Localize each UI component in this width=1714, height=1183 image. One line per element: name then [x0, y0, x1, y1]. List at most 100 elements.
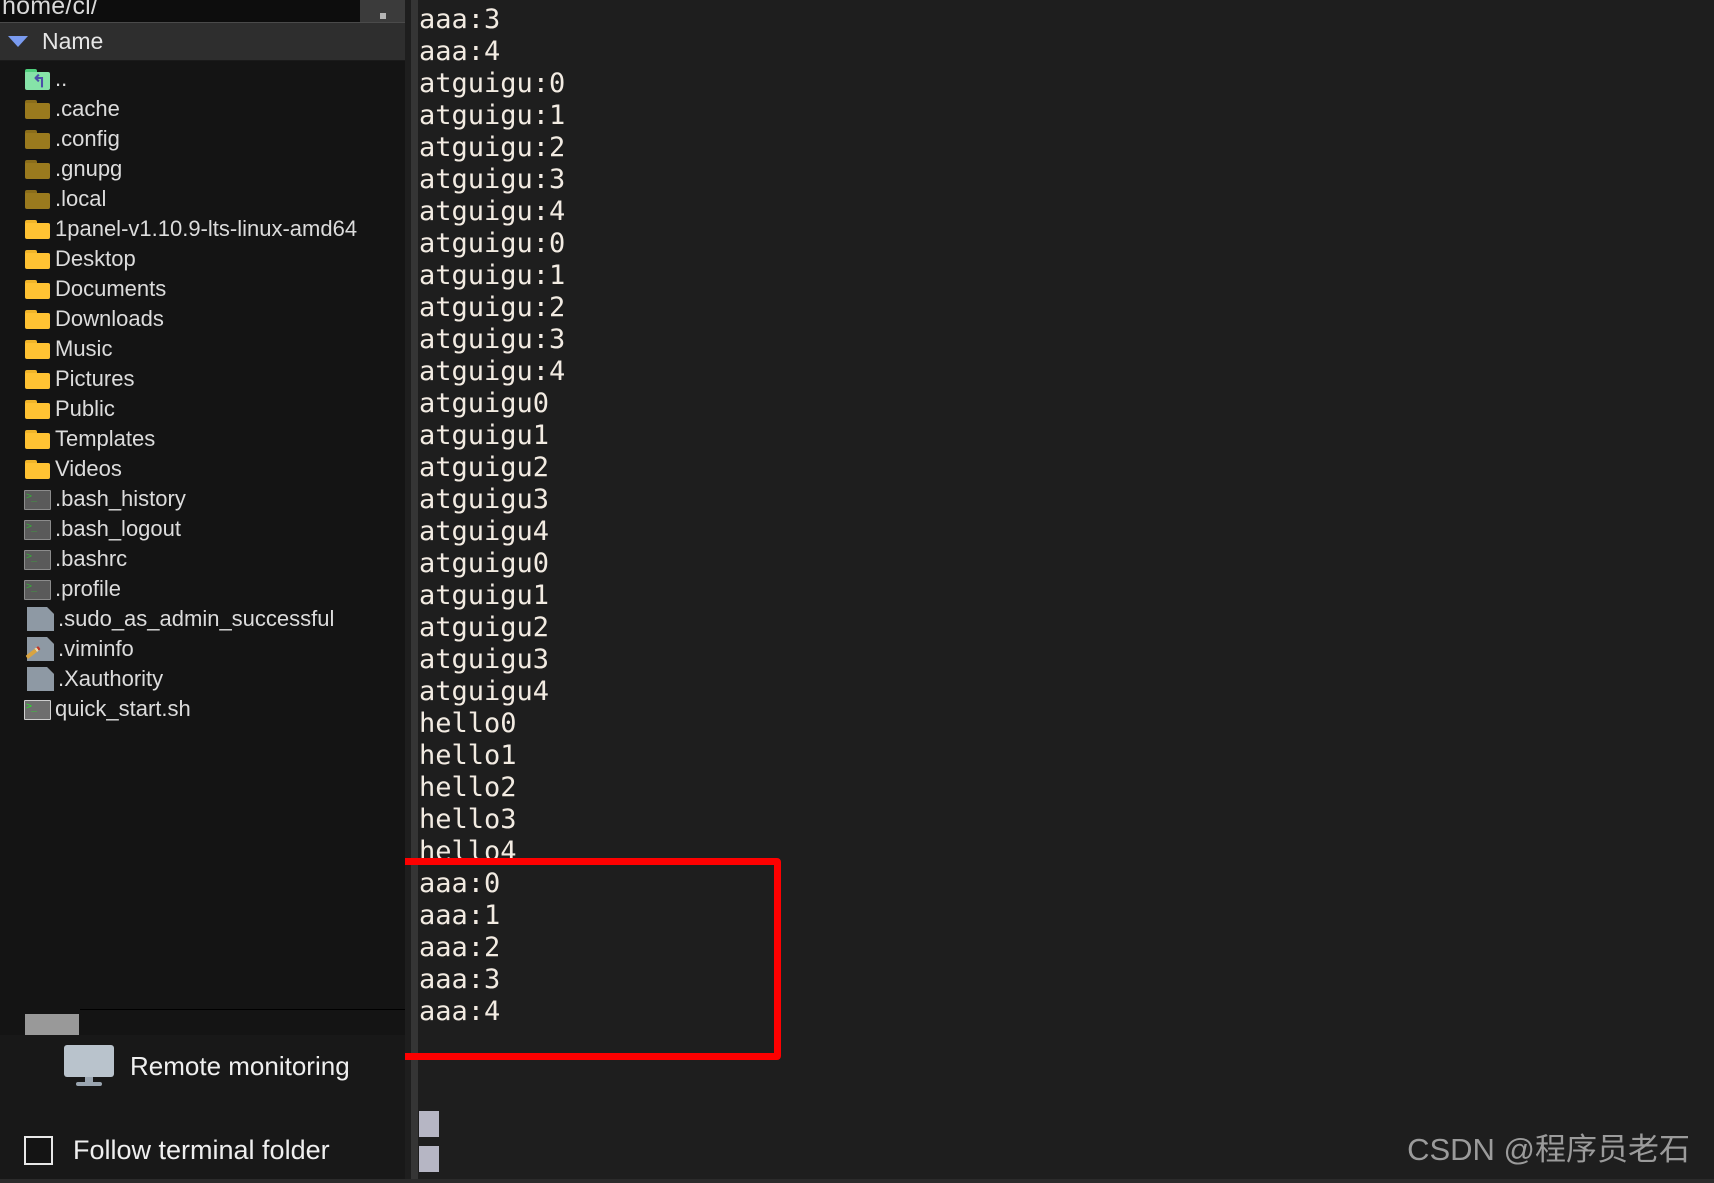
file-list-item-label: Downloads	[55, 306, 164, 331]
terminal-line: atguigu:1	[419, 260, 566, 291]
follow-terminal-folder-label: Follow terminal folder	[73, 1134, 330, 1165]
terminal-line: atguigu3	[419, 484, 550, 515]
file-list-item[interactable]: Downloads	[0, 304, 405, 334]
folder-icon	[24, 397, 51, 421]
file-list-item-label: .sudo_as_admin_successful	[58, 606, 335, 631]
folder-icon	[24, 337, 51, 361]
remote-monitoring-label: Remote monitoring	[130, 1050, 350, 1081]
file-list-item[interactable]: Pictures	[0, 364, 405, 394]
terminal-line: aaa:4	[419, 996, 501, 1027]
file-list-item-label: Desktop	[55, 246, 136, 271]
file-list-item[interactable]: 1panel-v1.10.9-lts-linux-amd64	[0, 214, 405, 244]
terminal-line: atguigu3	[419, 644, 550, 675]
follow-terminal-folder-checkbox[interactable]	[24, 1135, 53, 1165]
folder-icon	[24, 457, 51, 481]
folder-icon	[24, 157, 51, 181]
folder-icon	[24, 127, 51, 151]
horizontal-scrollbar[interactable]	[0, 1001, 405, 1035]
file-list-item[interactable]: Documents	[0, 274, 405, 304]
file-list-item[interactable]: ↰..	[0, 64, 405, 94]
file-list-item-label: .bash_history	[55, 486, 186, 511]
file-list-item[interactable]: .viminfo	[0, 634, 405, 664]
terminal-line: aaa:1	[419, 900, 501, 931]
file-list-item-label: .bash_logout	[55, 516, 181, 541]
terminal-line: hello3	[419, 804, 517, 835]
document-icon	[27, 607, 54, 631]
file-list-item[interactable]: >_ .bash_logout	[0, 514, 405, 544]
terminal-line: aaa:2	[419, 932, 501, 963]
file-list-item[interactable]: Desktop	[0, 244, 405, 274]
file-list-item[interactable]: Public	[0, 394, 405, 424]
file-list-item[interactable]: .cache	[0, 94, 405, 124]
terminal-line: atguigu1	[419, 420, 550, 451]
terminal-script-icon: >_	[24, 520, 51, 540]
sort-descending-caret-icon[interactable]	[8, 36, 28, 47]
terminal-script-icon: >_	[24, 700, 51, 720]
terminal-line: hello0	[419, 708, 517, 739]
file-list-item-label: .profile	[55, 576, 122, 601]
terminal-line: atguigu2	[419, 612, 550, 643]
terminal-line: atguigu1	[419, 580, 550, 611]
file-list[interactable]: ↰.. .cache .config .gnupg .local 1panel-v1.10…	[0, 61, 405, 1001]
file-list-item-label: ..	[55, 66, 68, 91]
watermark-text: CSDN @程序员老石	[1407, 1132, 1690, 1167]
terminal-line: atguigu:0	[419, 228, 566, 259]
file-list-item-label: Templates	[55, 426, 156, 451]
file-list-item-label: Public	[55, 396, 115, 421]
file-list-item-label: Pictures	[55, 366, 135, 391]
terminal-scroll-gutter[interactable]	[411, 0, 418, 1183]
folder-icon	[24, 97, 51, 121]
terminal-line: aaa:0	[419, 868, 501, 899]
file-list-item-label: .Xauthority	[58, 666, 164, 691]
file-list-item[interactable]: .config	[0, 124, 405, 154]
terminal-line: hello4	[419, 836, 517, 867]
document-icon	[27, 667, 54, 691]
terminal-line: atguigu0	[419, 548, 550, 579]
file-list-item[interactable]: Videos	[0, 454, 405, 484]
file-list-item[interactable]: .Xauthority	[0, 664, 405, 694]
remote-monitoring-button[interactable]: Remote monitoring	[0, 1035, 405, 1097]
file-list-item[interactable]: Templates	[0, 424, 405, 454]
terminal-line: aaa:3	[419, 964, 501, 995]
folder-icon	[24, 277, 51, 301]
terminal-line: atguigu:4	[419, 356, 566, 387]
follow-terminal-folder-row[interactable]: Follow terminal folder	[0, 1119, 405, 1181]
terminal-script-icon: >_	[24, 580, 51, 600]
path-bar-value[interactable]: home/cl/	[0, 0, 98, 17]
terminal-line: aaa:3	[419, 4, 501, 35]
scrollbar-thumb[interactable]	[25, 1014, 79, 1035]
terminal-line: hello1	[419, 740, 517, 771]
document-edit-icon	[25, 637, 54, 661]
file-list-item-label: .bashrc	[55, 546, 128, 571]
terminal-line: atguigu:4	[419, 196, 566, 227]
sidebar-bottom-panel: Remote monitoring Follow terminal folder	[0, 1035, 405, 1183]
file-list-item[interactable]: >_ .bash_history	[0, 484, 405, 514]
file-list-item-label: quick_start.sh	[55, 696, 191, 721]
file-list-item[interactable]: >_ .profile	[0, 574, 405, 604]
file-list-item[interactable]: Music	[0, 334, 405, 364]
file-list-item[interactable]: .gnupg	[0, 154, 405, 184]
file-list-item[interactable]: >_ quick_start.sh	[0, 694, 405, 724]
file-list-item-label: Videos	[55, 456, 122, 481]
file-list-item[interactable]: .sudo_as_admin_successful	[0, 604, 405, 634]
path-bar[interactable]: home/cl/	[0, 0, 405, 23]
terminal-line: atguigu2	[419, 452, 550, 483]
terminal-output: aaa:3 aaa:4 atguigu:0 atguigu:1 atguigu:2 atg…	[419, 0, 1714, 1028]
terminal-script-icon: >_	[24, 490, 51, 510]
folder-icon	[24, 247, 51, 271]
path-bar-menu-button[interactable]	[360, 0, 405, 22]
file-list-item-label: .cache	[55, 96, 120, 121]
terminal-script-icon: >_	[24, 550, 51, 570]
terminal-line: atguigu:3	[419, 324, 566, 355]
terminal-pane[interactable]: aaa:3 aaa:4 atguigu:0 atguigu:1 atguigu:2 atg…	[405, 0, 1714, 1183]
file-list-item-label: .gnupg	[55, 156, 123, 181]
file-list-item[interactable]: .local	[0, 184, 405, 214]
file-list-item[interactable]: >_ .bashrc	[0, 544, 405, 574]
column-header-name[interactable]: Name	[0, 23, 405, 61]
terminal-line: atguigu:0	[419, 68, 566, 99]
file-list-item-label: 1panel-v1.10.9-lts-linux-amd64	[55, 216, 358, 241]
monitor-heartbeat-icon	[64, 1045, 114, 1087]
terminal-line: atguigu:2	[419, 132, 566, 163]
overflow-dots-icon	[379, 13, 386, 19]
file-list-item-label: .config	[55, 126, 120, 151]
